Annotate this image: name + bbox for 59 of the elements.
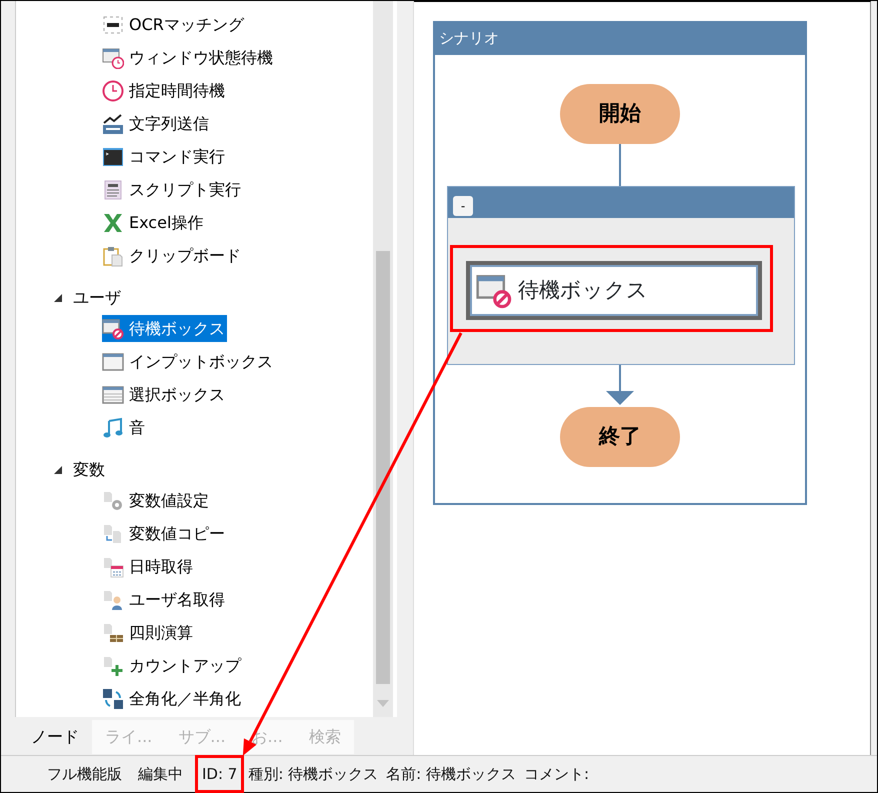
tree-item[interactable]: 日時取得 xyxy=(102,553,195,580)
tree-item[interactable]: 待機ボックス xyxy=(102,315,227,342)
status-text: 編集中 xyxy=(137,764,184,785)
tree-item[interactable]: 四則演算 xyxy=(102,619,195,646)
clock-icon xyxy=(102,80,124,102)
tree-item[interactable]: 音 xyxy=(102,414,147,441)
tree-item[interactable]: Excel操作 xyxy=(102,209,206,236)
collapse-button[interactable]: - xyxy=(453,196,473,216)
status-text: ID: 7 xyxy=(195,754,244,793)
tree-group-label[interactable]: 変数 xyxy=(73,458,105,482)
connector-arrow xyxy=(605,365,635,407)
collapse-arrow-icon[interactable] xyxy=(53,293,63,303)
music-note-icon xyxy=(102,416,124,438)
list-window-icon xyxy=(102,384,124,406)
document-grid-icon xyxy=(102,622,124,644)
node-label: 待機ボックス xyxy=(518,276,648,304)
terminal-icon xyxy=(102,146,124,168)
connector-line xyxy=(619,144,621,186)
tree-item[interactable]: 選択ボックス xyxy=(102,381,227,408)
tree-item[interactable]: 全角化／半角化 xyxy=(102,685,243,712)
clipboard-icon xyxy=(102,244,124,266)
scrollbar-thumb[interactable] xyxy=(376,251,390,684)
group-block[interactable]: - 待機ボックス xyxy=(447,186,795,365)
action-node[interactable]: 待機ボックス xyxy=(466,261,762,320)
window-blocked-icon xyxy=(476,272,512,308)
user-icon xyxy=(102,588,124,610)
window-blocked-icon xyxy=(102,318,124,340)
tree-item[interactable]: 変数値コピー xyxy=(102,520,227,547)
document-copy-icon xyxy=(102,522,124,544)
tree-item[interactable]: コマンド実行 xyxy=(102,143,227,170)
tree-item[interactable]: 変数値設定 xyxy=(102,487,211,514)
tree-item[interactable]: OCRマッチング xyxy=(102,11,246,38)
tree-item[interactable]: 指定時間待機 xyxy=(102,77,227,104)
status-text: フル機能版 xyxy=(46,764,123,785)
tree-group-label[interactable]: ユーザ xyxy=(73,286,121,310)
panel-title: シナリオ xyxy=(435,23,805,55)
gear-icon xyxy=(102,490,124,512)
status-text: 種別: 待機ボックス xyxy=(247,764,380,785)
calendar-icon xyxy=(102,556,124,578)
chart-line-icon xyxy=(102,112,124,134)
plus-icon xyxy=(102,654,124,676)
convert-icon xyxy=(102,688,124,710)
tree-item[interactable]: スクリプト実行 xyxy=(102,176,243,203)
tree-item[interactable]: ウィンドウ状態待機 xyxy=(102,44,275,71)
scan-icon xyxy=(102,14,124,36)
window-icon xyxy=(102,350,124,372)
window-clock-icon xyxy=(102,46,124,68)
status-text: コメント: xyxy=(523,764,590,785)
tree-item[interactable]: ユーザ名取得 xyxy=(102,586,227,613)
tree-item[interactable]: 文字列送信 xyxy=(102,110,211,137)
collapse-arrow-icon[interactable] xyxy=(53,465,63,475)
script-icon xyxy=(102,178,124,200)
start-node[interactable]: 開始 xyxy=(560,84,680,144)
status-text: 名前: 待機ボックス xyxy=(385,764,517,785)
x-mark-icon xyxy=(102,212,124,234)
tree-item[interactable]: クリップボード xyxy=(102,242,243,269)
tree-item[interactable]: カウントアップ xyxy=(102,652,243,679)
end-node[interactable]: 終了 xyxy=(560,407,680,467)
tree-item[interactable]: インプットボックス xyxy=(102,348,275,375)
